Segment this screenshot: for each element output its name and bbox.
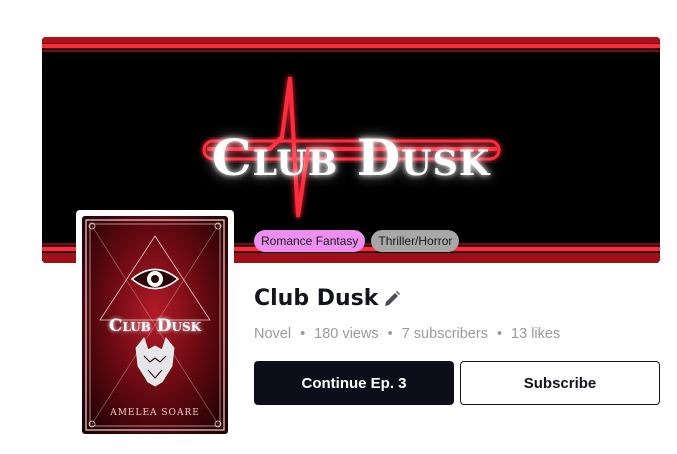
pencil-icon[interactable] xyxy=(382,289,402,309)
cover-author: AMELEA SOARE xyxy=(110,408,200,418)
eye-icon xyxy=(130,268,180,290)
series-stats: Novel • 180 views • 7 subscribers • 13 l… xyxy=(254,326,560,342)
separator: • xyxy=(300,326,306,342)
cover-title: Club Dusk xyxy=(108,316,202,336)
separator: • xyxy=(496,326,503,342)
tag-thriller-horror[interactable]: Thriller/Horror xyxy=(371,230,460,252)
separator: • xyxy=(387,326,393,342)
subscribers-count: 7 subscribers xyxy=(401,326,488,342)
tag-romance-fantasy[interactable]: Romance Fantasy xyxy=(254,230,366,252)
continue-button[interactable]: Continue Ep. 3 xyxy=(254,361,454,405)
likes-count: 13 likes xyxy=(511,326,561,342)
series-title-row: Club Dusk xyxy=(254,286,402,311)
cover-image: Club Dusk AMELEA SOARE xyxy=(76,210,234,440)
genre-tags: Romance Fantasy Thriller/Horror xyxy=(254,230,460,252)
cover-art: Club Dusk AMELEA SOARE xyxy=(82,216,228,434)
series-title: Club Dusk xyxy=(254,286,379,311)
wolf-icon xyxy=(135,337,175,387)
series-type: Novel xyxy=(254,326,292,342)
views-count: 180 views xyxy=(314,326,379,342)
subscribe-button[interactable]: Subscribe xyxy=(460,361,660,405)
banner-title: Club Dusk xyxy=(211,128,491,187)
